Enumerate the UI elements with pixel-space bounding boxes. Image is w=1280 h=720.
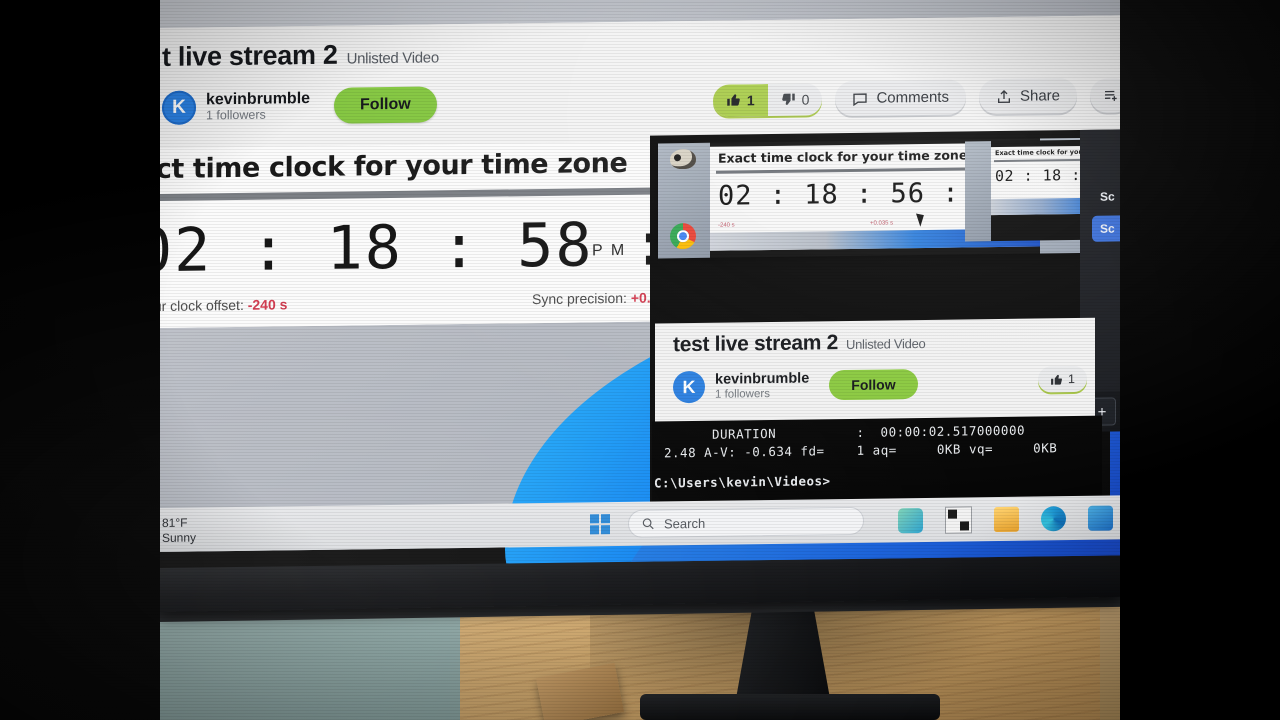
inkspace-icon[interactable] xyxy=(945,505,972,534)
file-explorer-icon[interactable] xyxy=(994,506,1019,532)
search-icon xyxy=(642,518,654,530)
preview-offset-value: -240 s xyxy=(718,222,735,229)
mouse-cursor xyxy=(916,211,927,227)
avatar[interactable]: K xyxy=(162,90,196,125)
channel-row: K kevinbrumble 1 followers Follow xyxy=(162,86,437,126)
clock-offset: Your clock offset: -240 s xyxy=(160,296,287,314)
lower-card-follow-button[interactable]: Follow xyxy=(829,369,918,401)
add-to-playlist-icon xyxy=(1105,90,1117,101)
clock-offset-label: Your clock offset: xyxy=(160,296,244,315)
add-to-playlist-button[interactable] xyxy=(1090,77,1120,113)
lower-card-avatar[interactable]: K xyxy=(673,370,705,404)
thumb-up-icon xyxy=(1051,374,1062,385)
like-count: 1 xyxy=(746,91,755,108)
terminal-prompt: C:\Users\kevin\Videos> xyxy=(654,473,831,491)
taskbar-icons xyxy=(898,504,1113,534)
weather-condition: Sunny xyxy=(162,530,197,545)
comments-button[interactable]: Comments xyxy=(835,79,966,117)
lower-rumble-card: test live stream 2 Unlisted Video K kevin… xyxy=(655,317,1095,424)
channel-name[interactable]: kevinbrumble xyxy=(206,90,310,109)
like-dislike-pill: 1 0 xyxy=(712,82,823,117)
share-upload-icon xyxy=(997,89,1010,103)
preview-divider xyxy=(716,167,966,174)
third-window-desktop-strip xyxy=(965,141,991,242)
share-button[interactable]: Share xyxy=(978,77,1077,115)
letterbox-right xyxy=(1120,0,1280,720)
share-label: Share xyxy=(1019,87,1060,105)
windows-logo-icon[interactable] xyxy=(590,514,610,535)
command-prompt-window[interactable]: DURATION : 00:00:02.517000000 2.48 A-V: … xyxy=(652,415,1102,502)
dislike-count: 0 xyxy=(801,90,810,108)
lower-card-like-count: 1 xyxy=(1068,372,1075,387)
video-title-text: t live stream 2 xyxy=(162,39,338,72)
comment-bubble-icon xyxy=(853,92,868,106)
lower-card-title: test live stream 2 Unlisted Video xyxy=(673,330,925,357)
microsoft-store-icon[interactable] xyxy=(1088,505,1113,531)
thumb-up-icon xyxy=(727,94,740,106)
channel-info: kevinbrumble 1 followers xyxy=(206,90,310,123)
channel-followers: 1 followers xyxy=(206,108,266,123)
letterbox-left xyxy=(0,0,160,720)
monitor-stand-base xyxy=(640,694,940,720)
weather-temperature: 81°F xyxy=(162,515,188,530)
clock-precision-label: Sync precision: xyxy=(532,289,627,308)
edge-browser-icon[interactable] xyxy=(1041,505,1066,531)
weather-widget[interactable]: 81°F Sunny xyxy=(162,516,196,546)
thumb-down-icon xyxy=(781,93,795,105)
chrome-icon xyxy=(666,217,700,250)
search-input[interactable]: Search xyxy=(628,506,864,538)
panel-item-source-1[interactable]: Sc xyxy=(1092,182,1120,210)
preview-precision-value: +0.035 s xyxy=(870,220,894,227)
third-window-divider xyxy=(994,158,1094,163)
lower-card-visibility: Unlisted Video xyxy=(846,335,926,353)
preview-desktop-strip xyxy=(658,142,710,259)
lower-card-like-button[interactable]: 1 xyxy=(1038,365,1087,393)
lower-card-channel-info: kevinbrumble 1 followers xyxy=(715,371,809,401)
page-title: t live stream 2 Unlisted Video xyxy=(162,38,439,73)
search-placeholder: Search xyxy=(664,515,706,531)
lower-card-channel-row: K kevinbrumble 1 followers Follow xyxy=(673,368,918,404)
monitor-screen: t live stream 2 Unlisted Video K kevinbru… xyxy=(160,0,1120,568)
video-actions-toolbar: 1 0 Comments Share xyxy=(712,77,1120,117)
clock-offset-value: -240 s xyxy=(247,296,288,313)
terminal-line-stats: 2.48 A-V: -0.634 fd= 1 aq= 0KB vq= 0KB xyxy=(664,440,1058,461)
preview-clock-title: Exact time clock for your time zone xyxy=(718,147,968,166)
comments-label: Comments xyxy=(876,88,949,107)
gimp-icon xyxy=(666,148,700,170)
lower-card-video-title: test live stream 2 xyxy=(673,331,839,357)
like-button[interactable]: 1 xyxy=(712,83,768,117)
dislike-button[interactable]: 0 xyxy=(768,83,823,116)
follow-button[interactable]: Follow xyxy=(334,86,437,124)
lower-card-channel-name[interactable]: kevinbrumble xyxy=(715,371,809,388)
rumble-header: t live stream 2 Unlisted Video K kevinbru… xyxy=(160,15,1120,150)
photo-of-monitor-scene: t live stream 2 Unlisted Video K kevinbru… xyxy=(0,0,1280,720)
screen-content: t live stream 2 Unlisted Video K kevinbru… xyxy=(160,0,1120,568)
video-visibility-label: Unlisted Video xyxy=(346,49,439,68)
clock-site-title: act time clock for your time zone xyxy=(160,147,628,186)
panel-item-source-2[interactable]: Sc xyxy=(1092,214,1120,242)
clock-ampm: P M xyxy=(592,241,627,260)
widgets-icon[interactable] xyxy=(898,507,923,533)
terminal-line-duration: DURATION : 00:00:02.517000000 xyxy=(712,422,1025,442)
lower-card-followers: 1 followers xyxy=(715,387,770,401)
